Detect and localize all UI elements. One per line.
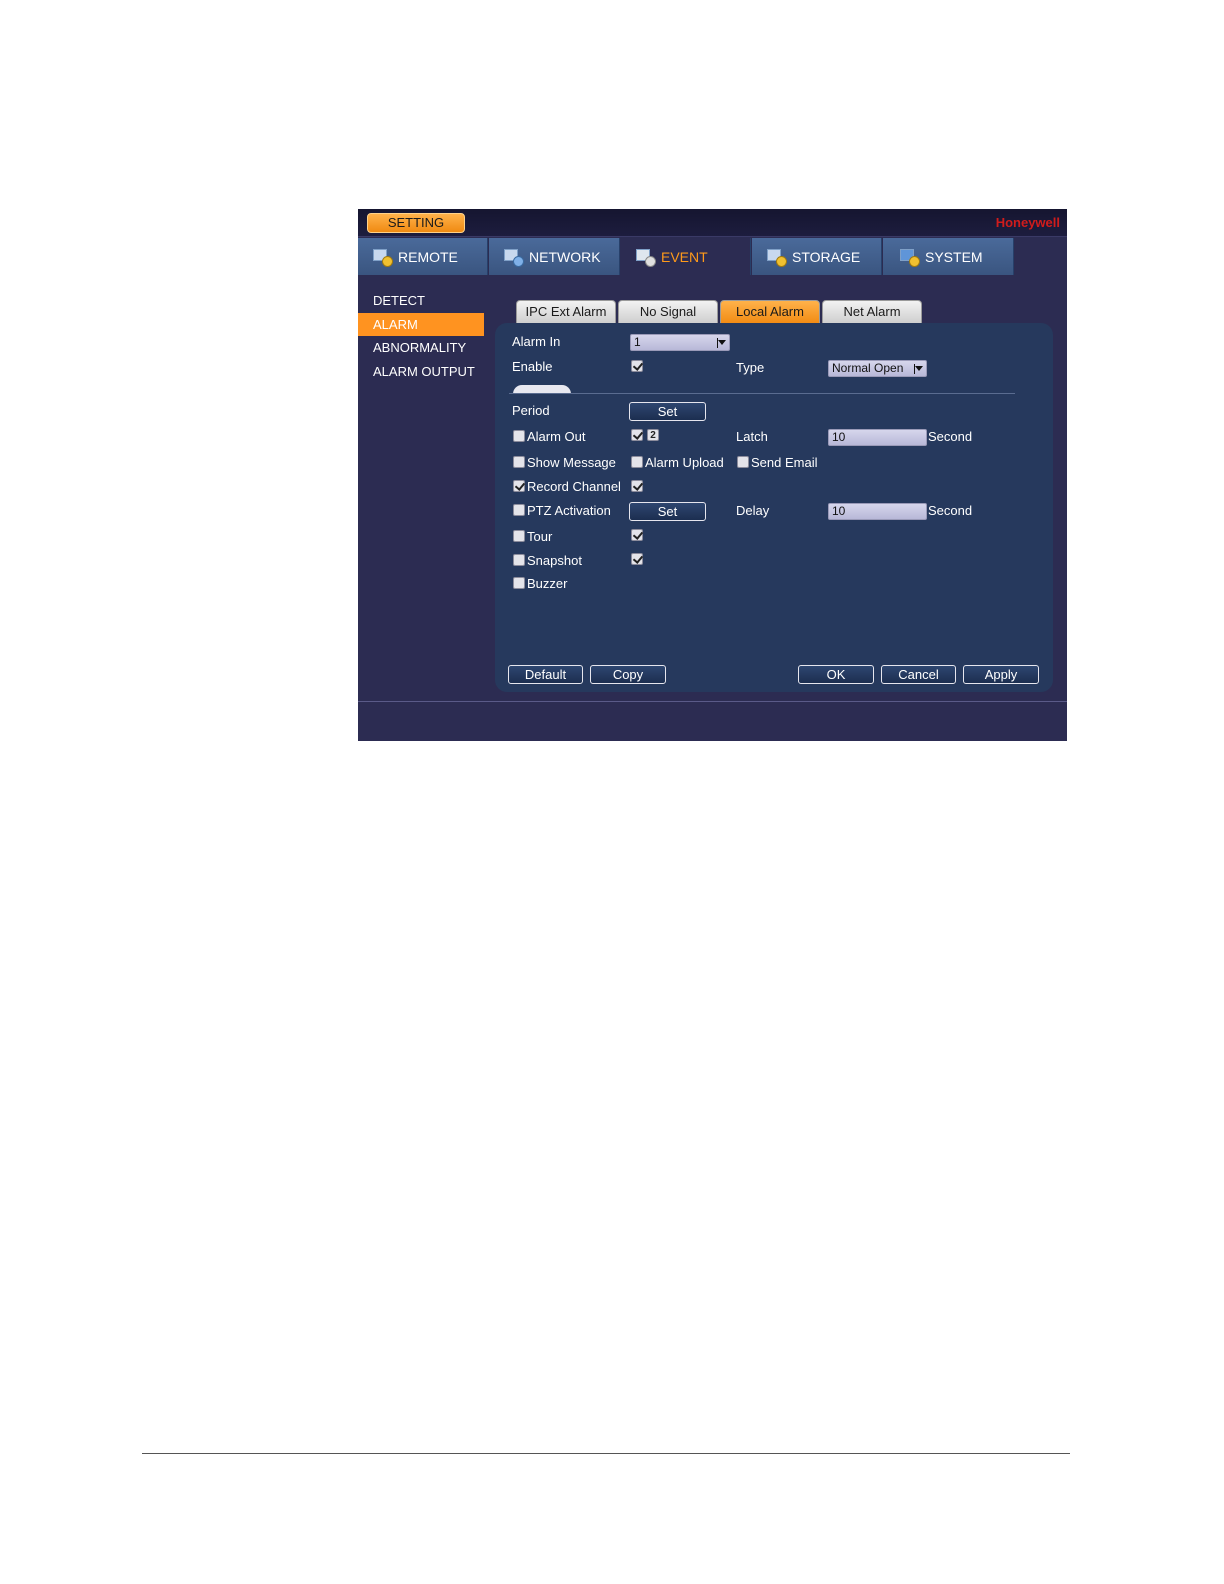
tab-remote-label: REMOTE bbox=[398, 248, 458, 265]
alarm-settings-panel: Alarm In 1 Enable Type Normal Open Perio… bbox=[495, 323, 1053, 692]
system-icon bbox=[899, 247, 921, 267]
tab-network-label: NETWORK bbox=[529, 248, 601, 265]
alarm-out-channel-2-badge[interactable]: 2 bbox=[647, 429, 659, 441]
send-email-label: Send Email bbox=[751, 455, 818, 470]
subtab-no-signal[interactable]: No Signal bbox=[618, 300, 718, 323]
tour-channel-1-checkbox[interactable] bbox=[631, 529, 643, 541]
alarm-upload-checkbox[interactable] bbox=[631, 456, 643, 468]
storage-icon bbox=[766, 247, 788, 267]
delay-unit-label: Second bbox=[928, 503, 973, 518]
network-icon bbox=[503, 247, 525, 267]
latch-unit-label: Second bbox=[928, 429, 973, 444]
subtab-net-alarm[interactable]: Net Alarm bbox=[822, 300, 922, 323]
default-button[interactable]: Default bbox=[508, 665, 583, 684]
sidebar-item-alarm[interactable]: ALARM bbox=[358, 312, 484, 336]
page-footer-rule bbox=[142, 1453, 1070, 1454]
show-message-label: Show Message bbox=[527, 455, 616, 470]
buzzer-checkbox[interactable] bbox=[513, 577, 525, 589]
title-bar: SETTING Honeywell bbox=[358, 209, 1067, 237]
copy-button[interactable]: Copy bbox=[590, 665, 666, 684]
alarm-upload-label: Alarm Upload bbox=[645, 455, 724, 470]
subtab-ipc-ext-alarm[interactable]: IPC Ext Alarm bbox=[516, 300, 616, 323]
delay-label: Delay bbox=[736, 503, 770, 518]
buzzer-label: Buzzer bbox=[527, 576, 568, 591]
snapshot-checkbox[interactable] bbox=[513, 554, 525, 566]
ptz-set-button[interactable]: Set bbox=[629, 502, 706, 521]
enable-label: Enable bbox=[512, 359, 553, 374]
footer-divider bbox=[358, 701, 1067, 702]
ok-button[interactable]: OK bbox=[798, 665, 874, 684]
ptz-activation-checkbox[interactable] bbox=[513, 504, 525, 516]
setting-button[interactable]: SETTING bbox=[367, 213, 465, 233]
type-select[interactable]: Normal Open bbox=[828, 360, 927, 377]
alarm-out-channel-1-checkbox[interactable] bbox=[631, 429, 643, 441]
sidebar-item-alarm-output[interactable]: ALARM OUTPUT bbox=[358, 360, 484, 384]
tab-event[interactable]: EVENT bbox=[621, 238, 751, 275]
sidebar: DETECT ALARM ABNORMALITY ALARM OUTPUT bbox=[358, 289, 484, 383]
cancel-button[interactable]: Cancel bbox=[881, 665, 956, 684]
event-icon bbox=[635, 247, 657, 267]
enable-checkbox[interactable] bbox=[631, 360, 643, 372]
alarm-out-label: Alarm Out bbox=[527, 429, 586, 444]
chevron-down-icon bbox=[718, 340, 726, 345]
tour-label: Tour bbox=[527, 529, 553, 544]
snapshot-label: Snapshot bbox=[527, 553, 582, 568]
tab-system[interactable]: SYSTEM bbox=[883, 238, 1014, 275]
record-channel-1-checkbox[interactable] bbox=[631, 480, 643, 492]
alarm-out-checkbox[interactable] bbox=[513, 430, 525, 442]
tab-system-label: SYSTEM bbox=[925, 248, 983, 265]
show-message-checkbox[interactable] bbox=[513, 456, 525, 468]
type-label: Type bbox=[736, 360, 765, 375]
alarm-in-select[interactable]: 1 bbox=[630, 334, 730, 351]
type-value: Normal Open bbox=[832, 361, 904, 375]
sidebar-item-detect[interactable]: DETECT bbox=[358, 289, 484, 313]
chevron-down-icon bbox=[915, 366, 923, 371]
alarm-in-label: Alarm In bbox=[512, 334, 561, 349]
latch-label: Latch bbox=[736, 429, 768, 444]
period-set-button[interactable]: Set bbox=[629, 402, 706, 421]
alarm-in-value: 1 bbox=[634, 335, 641, 349]
tab-network[interactable]: NETWORK bbox=[489, 238, 620, 275]
send-email-checkbox[interactable] bbox=[737, 456, 749, 468]
sidebar-item-abnormality[interactable]: ABNORMALITY bbox=[358, 336, 484, 360]
snapshot-channel-1-checkbox[interactable] bbox=[631, 553, 643, 565]
section-divider bbox=[509, 393, 1015, 394]
subtab-local-alarm[interactable]: Local Alarm bbox=[720, 300, 820, 323]
remote-icon bbox=[372, 247, 394, 267]
brand-logo: Honeywell bbox=[995, 215, 1060, 230]
dvr-settings-window: SETTING Honeywell REMOTE NETWORK EVENT S… bbox=[358, 209, 1067, 741]
record-channel-label: Record Channel bbox=[527, 479, 621, 494]
tab-storage-label: STORAGE bbox=[792, 248, 861, 265]
tab-event-label: EVENT bbox=[661, 248, 708, 265]
apply-button[interactable]: Apply bbox=[963, 665, 1039, 684]
tab-remote[interactable]: REMOTE bbox=[358, 238, 488, 275]
latch-input[interactable]: 10 bbox=[828, 429, 927, 446]
ptz-activation-label: PTZ Activation bbox=[527, 503, 611, 518]
period-label: Period bbox=[512, 403, 550, 418]
delay-input[interactable]: 10 bbox=[828, 503, 927, 520]
tour-checkbox[interactable] bbox=[513, 530, 525, 542]
tab-storage[interactable]: STORAGE bbox=[752, 238, 882, 275]
record-channel-checkbox[interactable] bbox=[513, 480, 525, 492]
